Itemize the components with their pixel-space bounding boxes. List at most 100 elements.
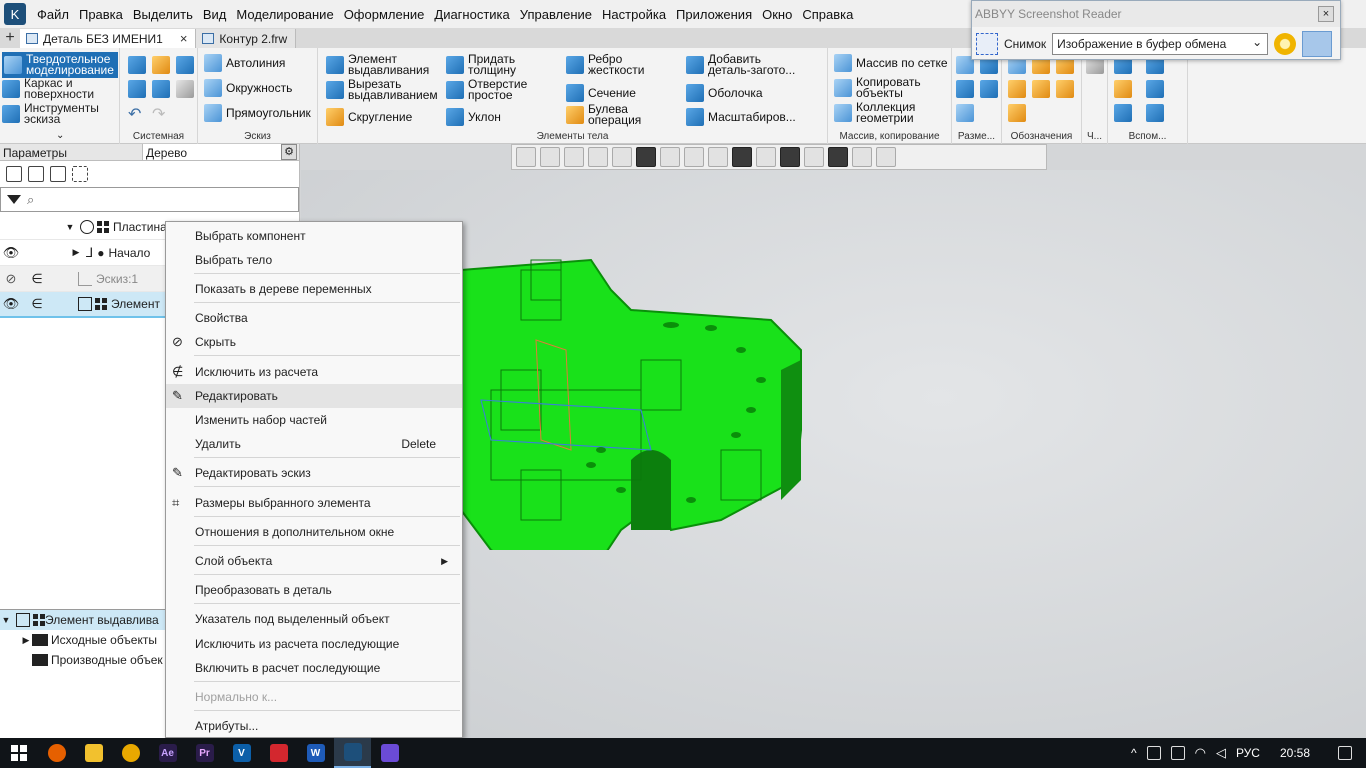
shaded-cube-icon[interactable] xyxy=(636,147,656,167)
view-orient-icon[interactable] xyxy=(540,147,560,167)
copy-objects-button[interactable]: Копировать объекты xyxy=(834,76,926,99)
geometry-collection-button[interactable]: Коллекция геометрии xyxy=(834,101,926,124)
taskbar-kompas[interactable] xyxy=(334,738,371,768)
snapshot-target-select[interactable]: Изображение в буфер обмена xyxy=(1052,33,1269,55)
menu-modeling[interactable]: Моделирование xyxy=(231,7,338,22)
expand-arrow-icon[interactable]: ▶ xyxy=(20,635,32,646)
taskbar-firefox[interactable] xyxy=(38,738,75,768)
copy-icon[interactable] xyxy=(152,80,170,98)
snapshot-camera-icon[interactable] xyxy=(976,33,998,55)
redo-icon[interactable]: ↷ xyxy=(152,104,170,123)
abbyy-capture-button[interactable] xyxy=(1302,31,1333,57)
expand-arrow-icon[interactable]: ▶ xyxy=(70,247,82,258)
section-view-icon[interactable] xyxy=(732,147,752,167)
menu-select-body[interactable]: Выбрать тело xyxy=(166,248,462,272)
menu-change-parts[interactable]: Изменить набор частей xyxy=(166,408,462,432)
mark-icon[interactable] xyxy=(1032,80,1050,98)
zoom-icon[interactable] xyxy=(564,147,584,167)
paste-icon[interactable] xyxy=(176,80,194,98)
menu-show-in-variables[interactable]: Показать в дереве переменных xyxy=(166,277,462,301)
notifications-icon[interactable] xyxy=(1338,746,1352,760)
tree-history-icon[interactable] xyxy=(28,166,44,182)
tree-components-icon[interactable] xyxy=(50,166,66,182)
open-folder-icon[interactable] xyxy=(152,56,170,74)
menu-exclude-following[interactable]: Исключить из расчета последующие xyxy=(166,632,462,656)
hide-objects-icon[interactable] xyxy=(684,147,704,167)
menu-manage[interactable]: Управление xyxy=(515,7,597,22)
battery-icon[interactable] xyxy=(1170,746,1185,760)
tree-filter[interactable]: ⌕ xyxy=(0,187,299,212)
scale-button[interactable]: Масштабиров... xyxy=(686,108,796,126)
taskbar-screenshot-reader[interactable] xyxy=(371,738,408,768)
expand-chevron-icon[interactable]: ⌄ xyxy=(56,130,64,141)
menu-pointer-under[interactable]: Указатель под выделенный объект xyxy=(166,607,462,631)
filter-funnel-icon[interactable] xyxy=(7,195,21,204)
menu-exclude[interactable]: ∉ Исключить из расчета xyxy=(166,360,462,384)
volume-icon[interactable]: ◁ xyxy=(1216,745,1226,761)
aux-cube-icon[interactable] xyxy=(1114,104,1132,122)
boolean-button[interactable]: Булева операция xyxy=(566,103,648,126)
text-icon[interactable] xyxy=(1008,104,1026,122)
menu-design[interactable]: Оформление xyxy=(339,7,430,22)
visibility-icon[interactable] xyxy=(708,147,728,167)
visibility-eye-icon[interactable]: 👁 xyxy=(0,296,22,312)
axes-icon[interactable] xyxy=(612,147,632,167)
hidden-eye-icon[interactable]: ⊘ xyxy=(0,271,22,287)
shell-button[interactable]: Оболочка xyxy=(686,84,763,102)
menu-edit[interactable]: Правка xyxy=(74,7,128,22)
start-button[interactable] xyxy=(0,738,38,768)
tab-fragment[interactable]: Контур 2.frw xyxy=(196,29,297,48)
weld-icon[interactable] xyxy=(1056,80,1074,98)
green-3d-model[interactable] xyxy=(441,250,841,550)
tab-tree[interactable]: Дерево xyxy=(142,144,284,160)
layers-icon[interactable] xyxy=(804,147,824,167)
taskbar-explorer[interactable] xyxy=(75,738,112,768)
aux-point-icon[interactable] xyxy=(1114,80,1132,98)
aux-cs-icon[interactable] xyxy=(1146,80,1164,98)
aux-line-icon[interactable] xyxy=(1146,104,1164,122)
draft-button[interactable]: Уклон xyxy=(446,108,501,126)
taskbar-visio[interactable]: V xyxy=(223,738,260,768)
menu-object-layer[interactable]: Слой объекта ▶ xyxy=(166,549,462,573)
menu-element-dimensions[interactable]: ⌗ Размеры выбранного элемента xyxy=(166,491,462,515)
panel-settings-gear-icon[interactable]: ⚙ xyxy=(281,144,297,160)
collapse-arrow-icon[interactable]: ▼ xyxy=(0,615,12,625)
tab-part[interactable]: Деталь БЕЗ ИМЕНИ1 × xyxy=(20,29,197,48)
clock[interactable]: 20:58 xyxy=(1280,746,1310,760)
perspective-icon[interactable] xyxy=(780,147,800,167)
print-icon[interactable] xyxy=(128,80,146,98)
mode-solid-modeling[interactable]: Твердотельное моделирование xyxy=(2,52,118,78)
filter-funnel-icon[interactable] xyxy=(828,147,848,167)
taskbar-downloader[interactable] xyxy=(260,738,297,768)
new-tab-plus-icon[interactable]: + xyxy=(0,28,20,48)
circle-button[interactable]: Окружность xyxy=(204,79,292,97)
menu-edit[interactable]: ✎ Редактировать xyxy=(166,384,462,408)
wireframe-cube-icon[interactable] xyxy=(660,147,680,167)
menu-edit-sketch[interactable]: ✎ Редактировать эскиз xyxy=(166,461,462,485)
menu-select-component[interactable]: Выбрать компонент xyxy=(166,224,462,248)
menu-help[interactable]: Справка xyxy=(797,7,858,22)
menu-view[interactable]: Вид xyxy=(198,7,232,22)
new-doc-icon[interactable] xyxy=(128,56,146,74)
measure-icon[interactable] xyxy=(852,147,872,167)
menu-apps[interactable]: Приложения xyxy=(671,7,757,22)
simple-hole-button[interactable]: Отверстие простое xyxy=(446,78,530,101)
rectangle-button[interactable]: Прямоугольник xyxy=(204,104,311,122)
autoline-button[interactable]: Автолиния xyxy=(204,54,285,72)
tray-app-icon[interactable] xyxy=(1146,746,1161,760)
menu-hide[interactable]: ⊘ Скрыть xyxy=(166,330,462,354)
menu-select[interactable]: Выделить xyxy=(128,7,198,22)
taskbar-word[interactable]: W xyxy=(297,738,334,768)
menu-settings[interactable]: Настройка xyxy=(597,7,671,22)
fillet-button[interactable]: Скругление xyxy=(326,108,412,126)
pan-rotate-icon[interactable] xyxy=(588,147,608,167)
add-stock-button[interactable]: Добавить деталь-загото... xyxy=(686,53,804,76)
tree-select-icon[interactable] xyxy=(72,166,88,182)
dim-diameter-icon[interactable] xyxy=(980,80,998,98)
tolerance-icon[interactable] xyxy=(1008,80,1026,98)
dim-auto-icon[interactable] xyxy=(956,104,974,122)
section-button[interactable]: Сечение xyxy=(566,84,636,102)
kompas-logo-icon[interactable]: K xyxy=(4,3,26,25)
thicken-button[interactable]: Придать толщину xyxy=(446,53,528,76)
menu-relations-window[interactable]: Отношения в дополнительном окне xyxy=(166,520,462,544)
